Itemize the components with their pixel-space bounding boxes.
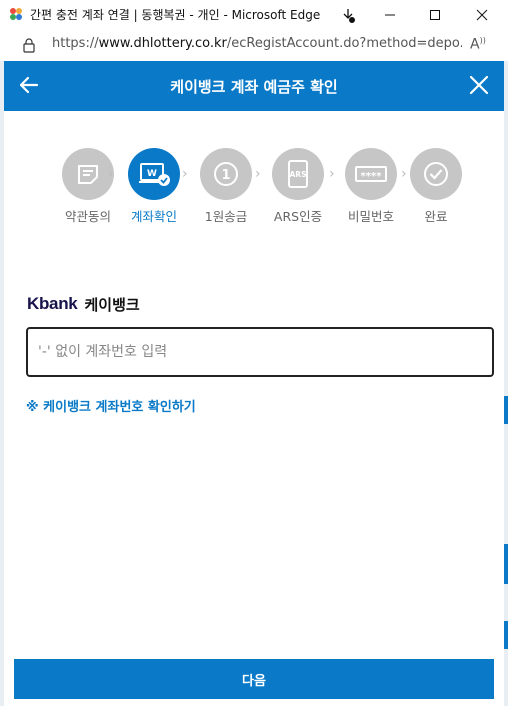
download-icon[interactable] bbox=[330, 0, 366, 29]
minimize-icon[interactable] bbox=[372, 0, 408, 29]
window-titlebar: 간편 충전 계좌 연결 | 동행복권 - 개인 - Microsoft Edge bbox=[0, 0, 508, 29]
step-password: **** 비밀번호 bbox=[335, 148, 407, 225]
step-label: 계좌확인 bbox=[130, 209, 177, 224]
modal-title: 케이뱅크 계좌 예금주 확인 bbox=[170, 78, 338, 96]
modal-close-icon[interactable] bbox=[468, 74, 490, 96]
step-label: 1원송금 bbox=[204, 209, 248, 224]
chevron-right-icon: › bbox=[329, 166, 335, 182]
svg-text:ARS: ARS bbox=[290, 170, 307, 179]
chevron-right-icon: › bbox=[255, 166, 261, 182]
step-one-won: 1 1원송금 bbox=[190, 148, 262, 225]
window-title: 간편 충전 계좌 연결 | 동행복권 - 개인 - Microsoft Edge bbox=[30, 8, 321, 22]
check-complete-icon bbox=[410, 148, 462, 200]
url-path: /ecRegistAccount.do?method=depo... bbox=[226, 36, 462, 51]
progress-steps: 약관동의 › W 계좌확인 › 1 1원송금 › ARS ARS인증 › ***… bbox=[4, 148, 504, 228]
modal-header: 케이뱅크 계좌 예금주 확인 bbox=[4, 61, 504, 111]
step-label: 약관동의 bbox=[64, 209, 111, 224]
step-label: ARS인증 bbox=[273, 209, 323, 224]
bank-name: 케이뱅크 bbox=[84, 295, 140, 314]
account-check-icon: W bbox=[128, 148, 180, 200]
step-ars: ARS ARS인증 bbox=[262, 148, 334, 225]
account-number-input[interactable] bbox=[26, 327, 494, 377]
step-label: 비밀번호 bbox=[347, 209, 394, 224]
svg-text:****: **** bbox=[361, 171, 383, 182]
close-icon[interactable] bbox=[464, 0, 500, 29]
app-icon bbox=[10, 8, 22, 20]
url-host: www.dhlottery.co.kr bbox=[98, 36, 227, 51]
read-aloud-icon[interactable]: A)) bbox=[470, 36, 486, 53]
next-button[interactable]: 다음 bbox=[14, 659, 494, 699]
one-won-icon: 1 bbox=[200, 148, 252, 200]
address-bar[interactable]: https://www.dhlottery.co.kr/ecRegistAcco… bbox=[0, 29, 508, 62]
password-icon: **** bbox=[345, 148, 397, 200]
kbank-logo: Kbank bbox=[27, 294, 78, 313]
chevron-right-icon: › bbox=[182, 166, 188, 182]
page-edge-right bbox=[504, 61, 508, 706]
account-number-help-link[interactable]: ※ 케이뱅크 계좌번호 확인하기 bbox=[26, 396, 196, 415]
svg-text:1: 1 bbox=[221, 168, 230, 183]
lock-icon[interactable] bbox=[22, 37, 36, 53]
step-account-check: W 계좌확인 bbox=[118, 148, 190, 225]
bank-header: Kbank 케이뱅크 bbox=[27, 294, 140, 314]
svg-text:W: W bbox=[147, 169, 157, 179]
url-prefix: https:// bbox=[52, 36, 99, 51]
step-label: 완료 bbox=[424, 209, 448, 224]
chevron-right-icon: › bbox=[108, 166, 114, 182]
step-complete: 완료 bbox=[400, 148, 472, 225]
step-agreement: 약관동의 bbox=[52, 148, 124, 225]
ars-phone-icon: ARS bbox=[272, 148, 324, 200]
document-icon bbox=[62, 148, 114, 200]
url-text[interactable]: https://www.dhlottery.co.kr/ecRegistAcco… bbox=[52, 36, 462, 51]
maximize-icon[interactable] bbox=[417, 0, 453, 29]
